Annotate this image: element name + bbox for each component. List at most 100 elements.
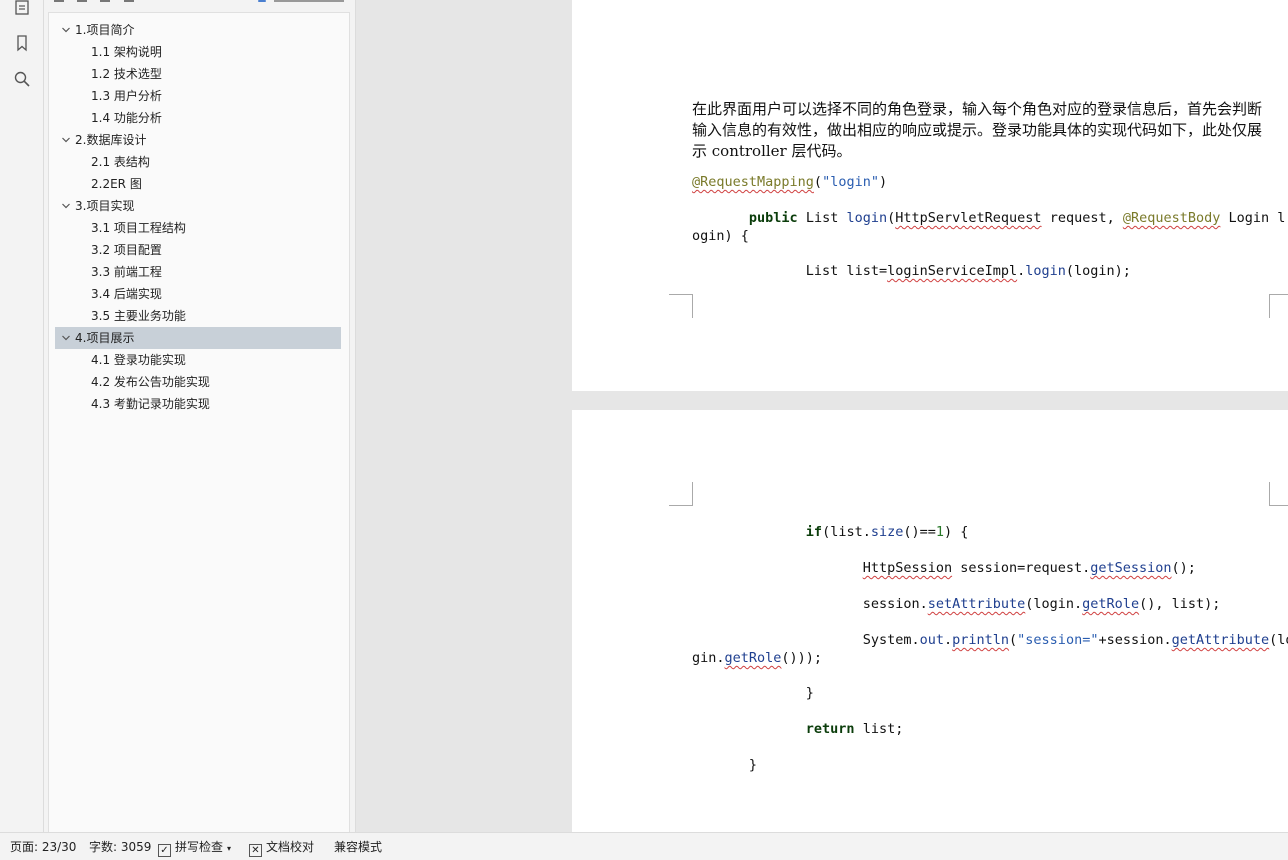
code-token: (list. [822,524,871,540]
toc-item[interactable]: 1.4 功能分析 [55,107,341,129]
margin-corner-mark [1269,294,1288,318]
document-page[interactable]: if(list.size()==1) { HttpSession session… [572,410,1288,832]
navigation-pane: 1.项目简介 1.1 架构说明 1.2 技术选型 1.3 用户分析 1.4 功能… [44,0,356,832]
code-token: List [797,210,847,226]
code-token: "session=" [1017,632,1099,648]
left-icon-rail [0,0,44,832]
code-token: HttpSession [862,560,953,576]
code-token: session=request. [952,560,1091,576]
code-token: @RequestMapping [692,174,814,190]
margin-corner-mark [669,294,693,318]
code-token: (), list); [1139,596,1221,612]
spell-check-label: 拼写检查 [175,840,224,854]
word-count[interactable]: 字数: 3059 [89,833,151,860]
toc-item[interactable]: 3.3 前端工程 [55,261,341,283]
code-token: login [1025,263,1066,279]
toc-item[interactable]: 2.2ER 图 [55,173,341,195]
toc-item-active[interactable]: 4.项目展示 [55,327,341,349]
code-token: ( [1009,632,1018,648]
code-token: (login); [1065,263,1131,279]
toc-item[interactable]: 4.3 考勤记录功能实现 [55,393,341,415]
code-line: List list=loginServiceImpl.login(login); [692,262,1131,280]
code-token: gin. [692,650,725,666]
compat-mode-label[interactable]: 兼容模式 [334,833,382,860]
code-token: getAttribute [1171,632,1270,648]
search-icon[interactable] [12,69,32,89]
code-token: return [805,721,855,737]
code-token: (login. [1025,596,1083,612]
chevron-down-icon[interactable] [61,201,71,211]
nav-toolbar-button[interactable] [100,0,110,2]
toc-item[interactable]: 3.5 主要业务功能 [55,305,341,327]
chevron-down-icon[interactable] [61,135,71,145]
toc-item-label: 3.2 项目配置 [91,243,162,257]
status-bar: 页面: 23/30 字数: 3059 ✓ 拼写检查 ▾ ✕ 文档校对 兼容模式 [0,832,1288,860]
toc-item[interactable]: 1.2 技术选型 [55,63,341,85]
toc-item-label: 1.1 架构说明 [91,45,162,59]
chevron-down-icon[interactable] [61,333,71,343]
nav-toolbar-button[interactable] [124,0,134,2]
toc-item-label: 3.项目实现 [75,199,135,213]
document-page[interactable]: 在此界面用户可以选择不同的角色登录，输入每个角色对应的登录信息后，首先会判断输入… [572,0,1288,391]
code-token: println [952,632,1010,648]
code-token: "login" [822,174,879,190]
code-line: gin.getRole())); [692,649,822,667]
code-line: ogin) { [692,227,749,245]
code-token: . [943,632,953,648]
nav-toolbar-label[interactable] [274,0,344,2]
toc-item[interactable]: 3.项目实现 [55,195,341,217]
bookmark-icon[interactable] [12,33,32,53]
code-token: request, [1041,210,1123,226]
toc-item-label: 1.2 技术选型 [91,67,162,81]
toc-item[interactable]: 3.2 项目配置 [55,239,341,261]
code-line: } [692,756,757,774]
toc-item-label: 4.1 登录功能实现 [91,353,186,367]
code-token: 1 [935,524,945,540]
code-token: setAttribute [927,596,1026,612]
code-token: (); [1171,560,1196,576]
toc-item-label: 3.5 主要业务功能 [91,309,186,323]
toc-item-label: 3.4 后端实现 [91,287,162,301]
code-token: size [870,524,904,540]
toc-item[interactable]: 2.数据库设计 [55,129,341,151]
chevron-down-icon[interactable] [61,25,71,35]
code-token: if [805,524,823,540]
toc-item[interactable]: 3.4 后端实现 [55,283,341,305]
spell-check-button[interactable]: ✓ 拼写检查 ▾ [158,833,231,860]
toc-item[interactable]: 3.1 项目工程结构 [55,217,341,239]
code-line: @RequestMapping("login") [692,174,888,190]
toc-item[interactable]: 4.2 发布公告功能实现 [55,371,341,393]
toc-item[interactable]: 1.项目简介 [55,19,341,41]
document-canvas[interactable]: 在此界面用户可以选择不同的角色登录，输入每个角色对应的登录信息后，首先会判断输入… [356,0,1288,832]
margin-corner-mark [1269,482,1288,506]
margin-corner-mark [669,482,693,506]
proofread-icon: ✕ [249,844,262,857]
outline-icon[interactable] [12,0,32,17]
code-token: ) { [944,524,969,540]
page-count[interactable]: 页面: 23/30 [10,833,76,860]
toc-item-label: 4.3 考勤记录功能实现 [91,397,210,411]
code-token: System. [862,632,920,648]
code-line: session.setAttribute(login.getRole(), li… [692,595,1221,613]
toc-item[interactable]: 4.1 登录功能实现 [55,349,341,371]
toc-item[interactable]: 1.3 用户分析 [55,85,341,107]
nav-toolbar-button[interactable] [77,0,87,2]
toc-item-label: 2.数据库设计 [75,133,147,147]
proofread-label: 文档校对 [266,840,315,854]
code-token: Login l [1220,210,1286,226]
nav-toolbar-button[interactable] [54,0,64,2]
code-line: System.out.println("session="+session.ge… [692,631,1288,649]
toc-item-label: 4.2 发布公告功能实现 [91,375,210,389]
code-token: getRole [724,650,782,666]
code-token: (lo [1269,632,1288,648]
toc-item-label: 1.项目简介 [75,23,135,37]
code-line: HttpSession session=request.getSession()… [692,559,1196,577]
toc-item[interactable]: 2.1 表结构 [55,151,341,173]
code-token: list; [854,721,904,737]
body-paragraph: 在此界面用户可以选择不同的角色登录，输入每个角色对应的登录信息后，首先会判断输入… [692,100,1263,160]
toc-item[interactable]: 1.1 架构说明 [55,41,341,63]
code-token: loginServiceImpl [887,263,1018,279]
code-token: out [919,632,944,648]
code-line: public List login(HttpServletRequest req… [692,209,1286,227]
proofread-button[interactable]: ✕ 文档校对 [249,833,314,860]
